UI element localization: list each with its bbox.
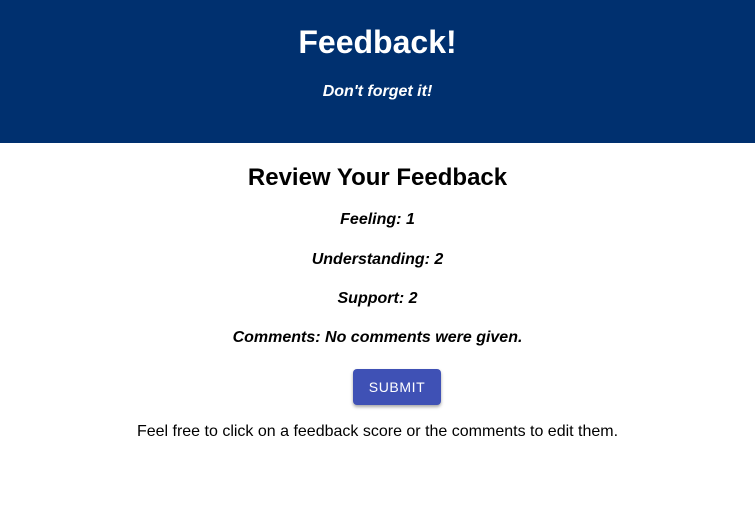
comments-value[interactable]: Comments: No comments were given. [233,328,523,348]
understanding-score[interactable]: Understanding: 2 [312,250,444,270]
feeling-score[interactable]: Feeling: 1 [340,210,415,230]
header-title: Feedback! [298,24,457,60]
app-header: Feedback! Don't forget it! [0,0,755,143]
edit-hint: Feel free to click on a feedback score o… [136,423,619,440]
review-section: Review Your Feedback Feeling: 1 Understa… [0,143,755,511]
support-score[interactable]: Support: 2 [338,289,418,309]
review-title: Review Your Feedback [247,164,508,191]
header-subtitle: Don't forget it! [322,83,433,100]
submit-button[interactable]: SUBMIT [353,369,441,405]
